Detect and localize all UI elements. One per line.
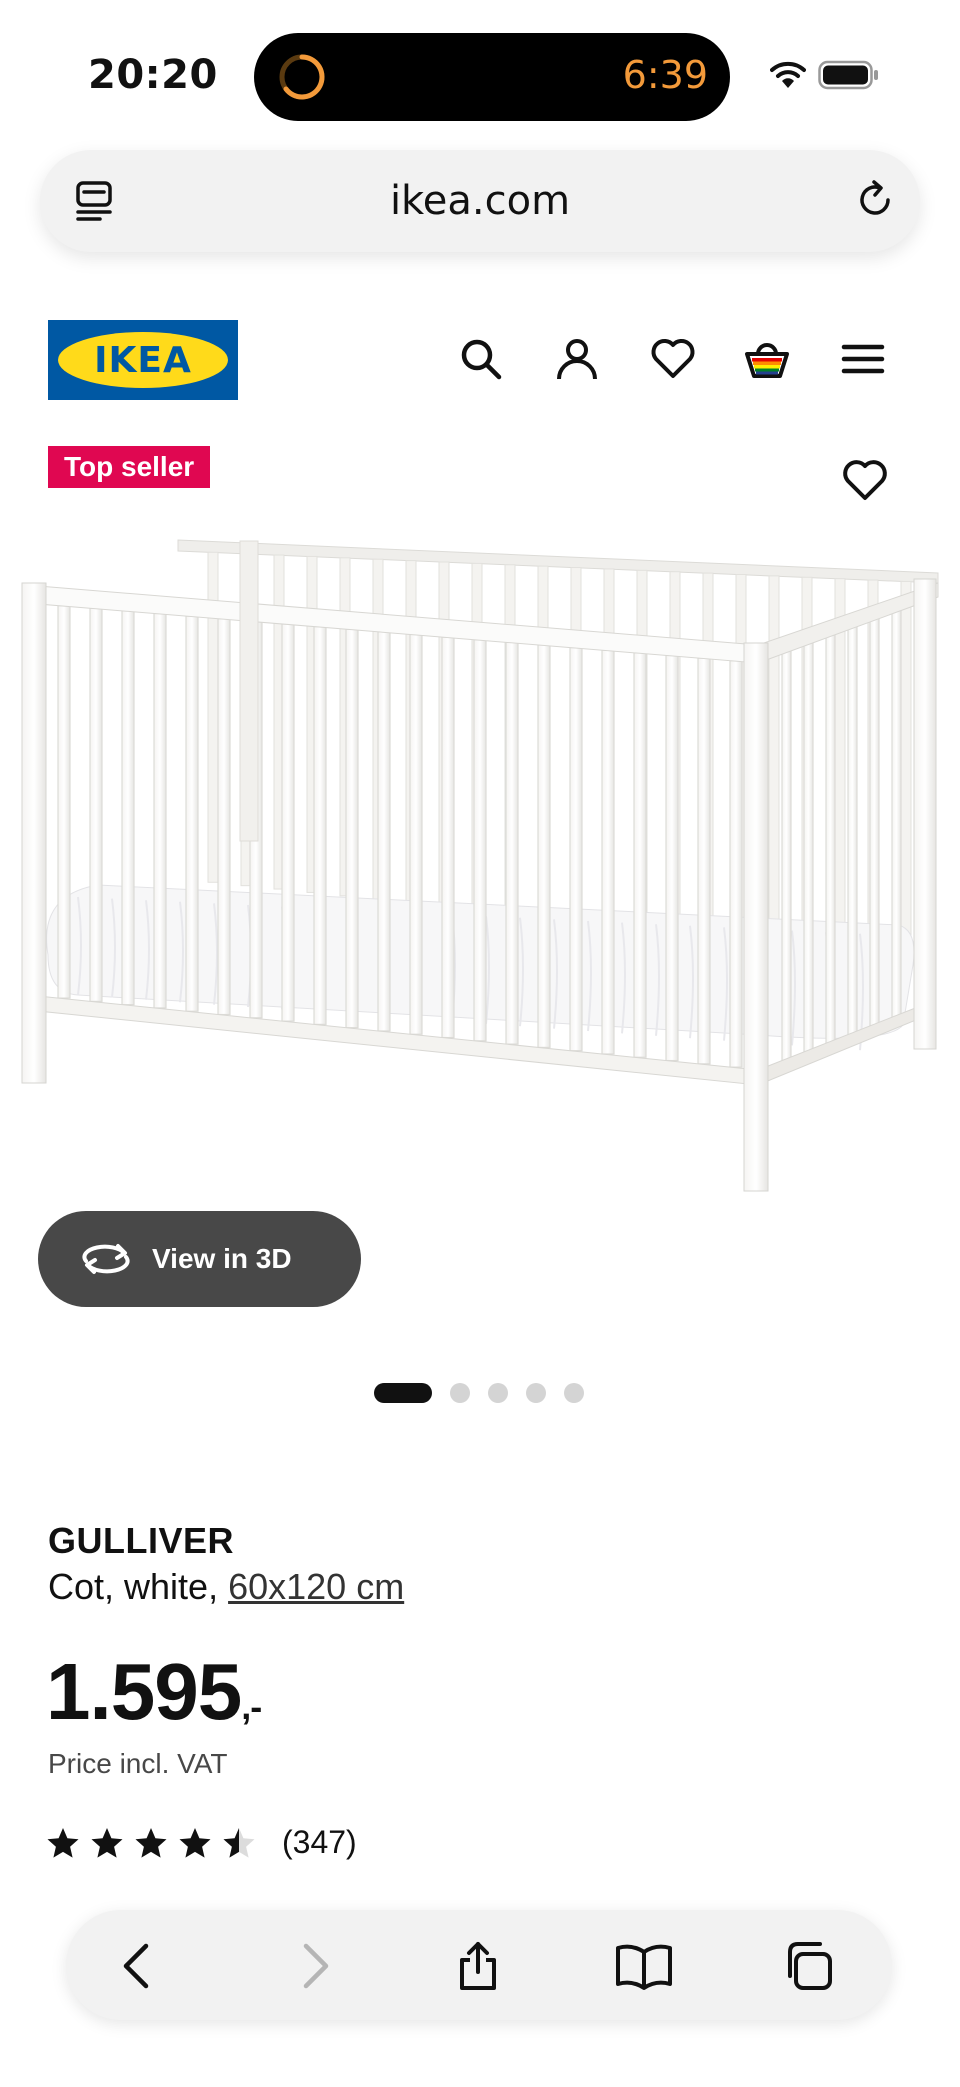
star-icon bbox=[135, 1827, 167, 1858]
crib-end-slat bbox=[825, 630, 836, 1051]
crib-end-slat bbox=[891, 608, 902, 1025]
crib-front-slat bbox=[537, 644, 551, 1048]
bookmarks-icon[interactable] bbox=[614, 1940, 674, 1992]
price-main: 1.595 bbox=[46, 1647, 242, 1736]
price-note: Price incl. VAT bbox=[48, 1748, 228, 1779]
crib-front-slat bbox=[185, 615, 199, 1012]
rotate-3d-icon bbox=[82, 1244, 130, 1274]
crib-front-slat bbox=[217, 618, 231, 1016]
crib-end-slat bbox=[869, 615, 880, 1034]
logo-text: IKEA bbox=[94, 339, 192, 381]
account-icon[interactable] bbox=[554, 336, 600, 382]
crib-front-slat bbox=[633, 652, 647, 1058]
view-in-3d-label: View in 3D bbox=[152, 1243, 292, 1274]
product-image-crib[interactable] bbox=[18, 525, 946, 1205]
view-in-3d-button[interactable]: View in 3D bbox=[38, 1211, 361, 1307]
product-price: 1.595,- bbox=[46, 1646, 262, 1738]
timer-icon bbox=[279, 54, 325, 100]
crib-end-slat bbox=[803, 638, 814, 1060]
status-time: 20:20 bbox=[88, 52, 218, 98]
crib-front-slat bbox=[569, 646, 583, 1052]
back-icon[interactable] bbox=[112, 1940, 164, 1992]
wishlist-icon[interactable] bbox=[650, 336, 696, 382]
crib-back-slat bbox=[900, 580, 912, 954]
shopping-bag-icon[interactable] bbox=[744, 336, 790, 382]
carousel-dot[interactable] bbox=[564, 1383, 584, 1403]
dynamic-island[interactable]: 6:39 bbox=[254, 33, 730, 121]
star-icon bbox=[91, 1827, 123, 1858]
crib-front-slat bbox=[313, 626, 327, 1025]
carousel-dot[interactable] bbox=[374, 1383, 432, 1403]
crib-front-slat bbox=[89, 607, 103, 1002]
crib-front-slat bbox=[281, 623, 295, 1022]
wifi-icon bbox=[770, 61, 806, 88]
price-suffix: ,- bbox=[241, 1686, 262, 1727]
browser-toolbar bbox=[66, 1910, 892, 2020]
crib-front-slat bbox=[57, 605, 71, 999]
crib-end-slat bbox=[781, 646, 792, 1069]
favourite-icon[interactable] bbox=[842, 458, 888, 502]
crib-back-slat bbox=[768, 575, 780, 941]
crib-front-slat bbox=[505, 641, 519, 1045]
product-rating[interactable]: (347) bbox=[46, 1824, 357, 1861]
crib-front-slat bbox=[409, 633, 423, 1035]
product-name: GULLIVER bbox=[48, 1520, 235, 1561]
crib-front-slat bbox=[121, 610, 135, 1006]
crib-end-slat bbox=[847, 623, 858, 1043]
forward-icon[interactable] bbox=[288, 1940, 340, 1992]
reload-icon[interactable] bbox=[854, 178, 898, 222]
carousel-indicator[interactable] bbox=[374, 1382, 584, 1404]
share-icon[interactable] bbox=[452, 1940, 504, 1992]
crib-front-slat bbox=[729, 660, 743, 1068]
carousel-dot[interactable] bbox=[488, 1383, 508, 1403]
crib-front-slat bbox=[697, 657, 711, 1065]
crib-front-slat bbox=[377, 631, 391, 1032]
product-description: Cot, white, 60x120 cm bbox=[48, 1566, 404, 1608]
product-size-link[interactable]: 60x120 cm bbox=[228, 1566, 404, 1607]
crib-front-slat bbox=[665, 654, 679, 1062]
crib-front-slat bbox=[345, 628, 359, 1029]
ikea-logo[interactable]: IKEA bbox=[48, 320, 238, 400]
crib-front-slat bbox=[601, 649, 615, 1055]
status-bar: 20:20 6:39 bbox=[0, 0, 960, 140]
product-type: Cot, white, bbox=[48, 1566, 229, 1607]
address-bar[interactable]: ikea.com bbox=[40, 150, 920, 252]
search-icon[interactable] bbox=[458, 336, 504, 382]
top-seller-badge: Top seller bbox=[48, 446, 211, 488]
crib-front-slat bbox=[153, 612, 167, 1009]
carousel-dot[interactable] bbox=[450, 1383, 470, 1403]
review-count[interactable]: (347) bbox=[282, 1824, 357, 1861]
star-icon bbox=[47, 1827, 79, 1858]
half-star-icon bbox=[223, 1827, 255, 1858]
battery-icon bbox=[818, 60, 878, 90]
menu-icon[interactable] bbox=[840, 336, 886, 382]
timer-text: 6:39 bbox=[622, 53, 708, 97]
url-text[interactable]: ikea.com bbox=[40, 178, 920, 224]
carousel-dot[interactable] bbox=[526, 1383, 546, 1403]
crib-front-slat bbox=[441, 636, 455, 1039]
logo-oval: IKEA bbox=[58, 332, 228, 388]
tabs-icon[interactable] bbox=[782, 1940, 834, 1992]
star-icon bbox=[179, 1827, 211, 1858]
crib-front-slat bbox=[473, 639, 487, 1042]
